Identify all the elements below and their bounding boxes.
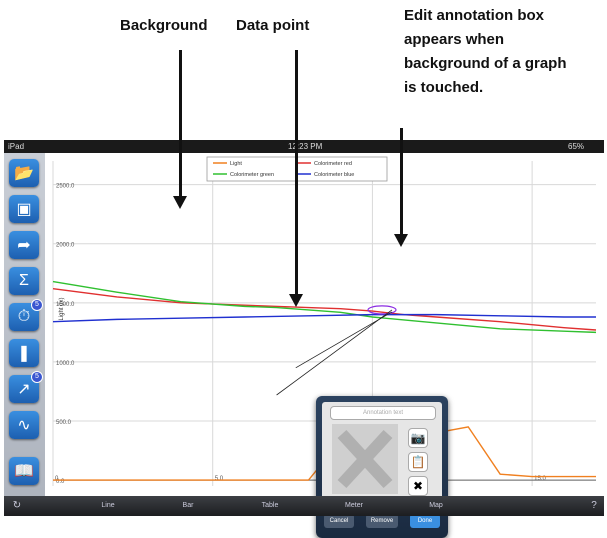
graph-icon: ∿ xyxy=(17,417,31,434)
legend-label: Light xyxy=(230,161,242,167)
export-icon: ↗ xyxy=(17,381,31,398)
callout-edit-box: Edit annotation box appears when backgro… xyxy=(404,4,567,100)
arrow-edit-box xyxy=(400,128,403,236)
left-toolbar: 📂 ▣ ➦ Σ ⏱ 5 ❚ ↗ 5 ∿ 📖 xyxy=(4,153,45,496)
y-axis-label: Light (lx) xyxy=(59,298,65,321)
annotation-pointer xyxy=(295,311,393,369)
clear-image-button[interactable]: ✖ xyxy=(408,476,428,496)
camera-button[interactable]: 📷 xyxy=(408,428,428,448)
save-button[interactable]: ▣ xyxy=(9,195,39,223)
done-button[interactable]: Done xyxy=(410,514,440,528)
tab-line[interactable]: Line xyxy=(68,498,148,514)
carrier-label: iPad xyxy=(8,142,25,151)
series-line xyxy=(52,313,596,323)
camera-icon: 📷 xyxy=(410,431,426,445)
run-button[interactable]: ❚ xyxy=(9,339,39,367)
y-tick-label: 2000.0 xyxy=(56,243,75,249)
tab-map[interactable]: Map xyxy=(396,498,476,514)
image-placeholder xyxy=(332,424,398,494)
legend-label: Colorimeter red xyxy=(314,161,352,167)
y-tick-label: 2500.0 xyxy=(56,184,75,190)
clipboard-icon: 📋 xyxy=(410,455,426,469)
sum-button[interactable]: Σ xyxy=(9,267,39,295)
share-button[interactable]: ➦ xyxy=(9,231,39,259)
annotation-dialog: Annotation text 📷 📋 ✖ Cancel Remove Done xyxy=(316,396,448,538)
placeholder-x-icon xyxy=(337,429,393,489)
status-bar: iPad 12:23 PM 65% xyxy=(4,140,604,153)
notebook-button[interactable]: 📖 xyxy=(9,457,39,485)
callout-data-point: Data point xyxy=(236,17,310,34)
callout-edit-line: is touched. xyxy=(404,79,484,96)
callout-edit-line: Edit annotation box xyxy=(404,7,544,24)
badge: 5 xyxy=(31,299,43,311)
clipboard-button[interactable]: 📋 xyxy=(408,452,428,472)
cancel-button[interactable]: Cancel xyxy=(324,514,354,528)
series-line xyxy=(52,280,597,334)
clock: 12:23 PM xyxy=(288,142,323,151)
close-icon: ✖ xyxy=(412,479,424,493)
running-icon: ❚ xyxy=(17,345,31,362)
tab-meter[interactable]: Meter xyxy=(312,498,396,514)
open-folder-button[interactable]: 📂 xyxy=(9,159,39,187)
y-tick-label: 1000.0 xyxy=(56,361,75,367)
y-tick-label: 500.0 xyxy=(56,420,72,426)
timer-icon: ⏱ xyxy=(17,308,31,325)
annotation-panel: Annotation text 📷 📋 ✖ xyxy=(322,402,442,508)
x-tick-label: 5.0 xyxy=(215,476,224,482)
folder-icon: 📂 xyxy=(14,165,34,182)
arrow-data-point xyxy=(295,50,298,298)
arrow-head xyxy=(173,196,187,209)
battery-label: 65% xyxy=(568,142,585,151)
remove-button[interactable]: Remove xyxy=(366,514,398,528)
tab-bar[interactable]: Bar xyxy=(148,498,228,514)
arrow-head xyxy=(289,294,303,307)
tab-table[interactable]: Table xyxy=(228,498,312,514)
legend-label: Colorimeter blue xyxy=(314,172,354,178)
refresh-icon[interactable]: ↻ xyxy=(10,498,24,514)
legend-label: Colorimeter green xyxy=(230,172,274,178)
collect-button[interactable]: ⏱ 5 xyxy=(9,299,43,331)
share-icon: ➦ xyxy=(17,237,31,254)
annotation-text-input[interactable]: Annotation text xyxy=(330,406,436,420)
curve-fit-button[interactable]: ∿ xyxy=(9,411,39,439)
arrow-head xyxy=(394,234,408,247)
ipad-screen: iPad 12:23 PM 65% 📂 ▣ ➦ Σ ⏱ 5 ❚ ↗ 5 ∿ 📖 0.… xyxy=(4,140,604,538)
bottom-tab-bar: ↻ Line Bar Table Meter Map ? xyxy=(4,496,604,516)
save-icon: ▣ xyxy=(16,201,32,218)
arrow-background xyxy=(179,50,182,200)
badge: 5 xyxy=(31,371,43,383)
book-icon: 📖 xyxy=(14,463,34,480)
callout-background: Background xyxy=(120,17,208,34)
callout-edit-line: background of a graph xyxy=(404,55,567,72)
annotation-pointer xyxy=(276,309,393,396)
callout-edit-line: appears when xyxy=(404,31,505,48)
export-button[interactable]: ↗ 5 xyxy=(9,371,43,403)
help-button[interactable]: ? xyxy=(588,498,600,514)
sigma-icon: Σ xyxy=(19,272,29,289)
